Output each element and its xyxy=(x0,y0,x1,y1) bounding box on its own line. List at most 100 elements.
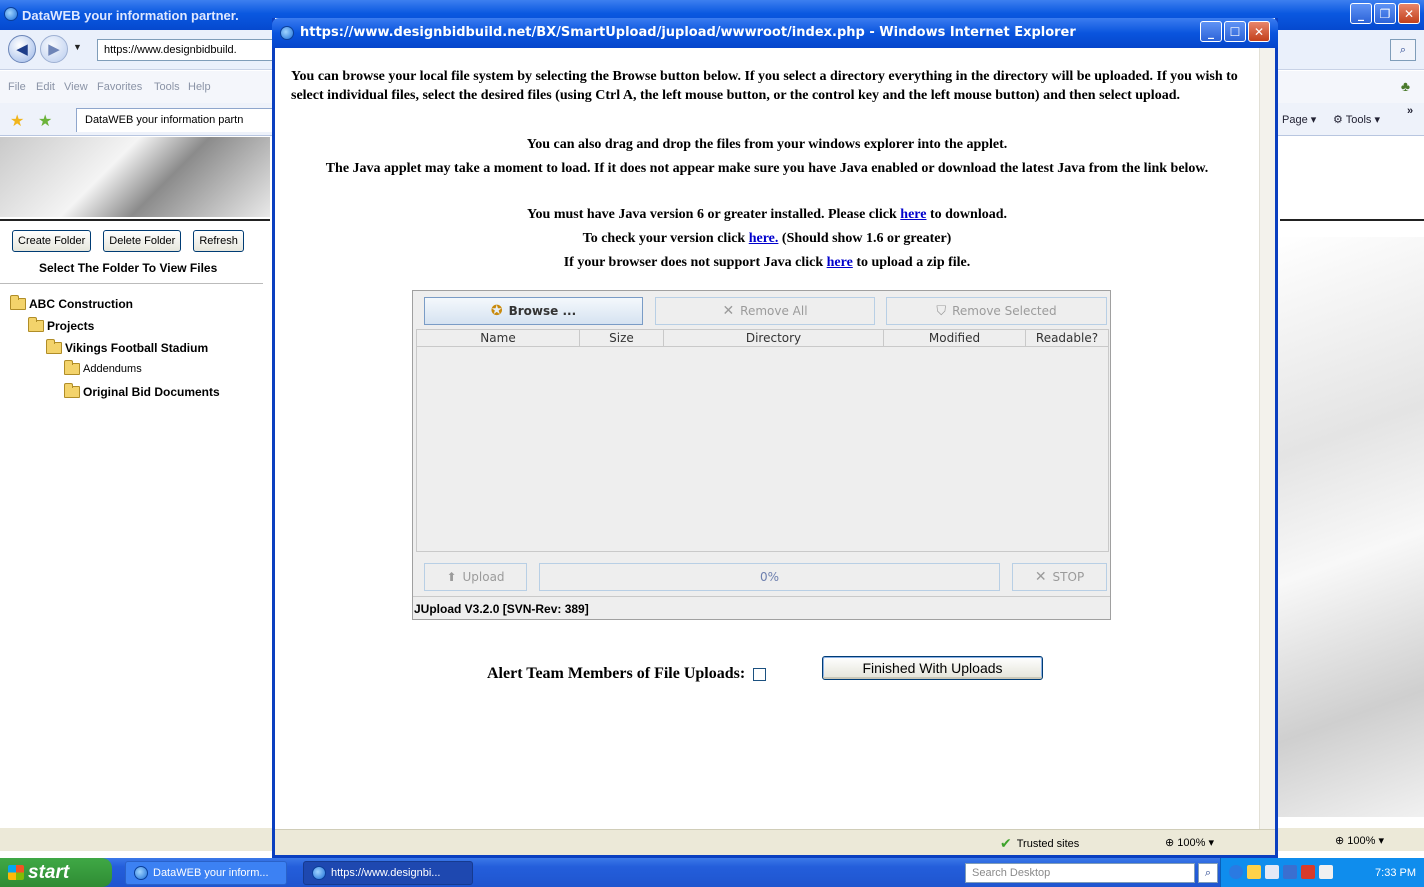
check-version-line: To check your version click here. (Shoul… xyxy=(582,231,952,246)
decorative-image xyxy=(1274,237,1424,817)
column-name[interactable]: Name xyxy=(417,330,580,346)
java-download-link[interactable]: here xyxy=(900,207,926,222)
remove-all-button[interactable]: ✕ Remove All xyxy=(655,297,875,325)
delete-folder-button[interactable]: Delete Folder xyxy=(103,230,182,252)
java-version-line: You must have Java version 6 or greater … xyxy=(526,207,1008,222)
menu-edit[interactable]: Edit xyxy=(36,81,55,93)
menu-favorites[interactable]: Favorites xyxy=(97,81,142,93)
minimize-icon[interactable]: _ xyxy=(1200,21,1222,42)
menu-tools[interactable]: Tools xyxy=(154,81,180,93)
stop-button[interactable]: ✕ STOP xyxy=(1012,563,1107,591)
column-modified[interactable]: Modified xyxy=(884,330,1026,346)
jupload-applet: ✪ Browse ... ✕ Remove All ⛉ Remove Selec… xyxy=(412,290,1111,620)
start-button[interactable]: start xyxy=(0,858,112,887)
popup-title: https://www.designbidbuild.net/BX/SmartU… xyxy=(300,25,1076,40)
column-directory[interactable]: Directory xyxy=(664,330,884,346)
folder-open-icon xyxy=(10,295,26,310)
upload-button[interactable]: ⬆ Upload xyxy=(424,563,527,591)
clock: 7:33 PM xyxy=(1375,867,1416,879)
forward-icon[interactable]: ▶ xyxy=(40,35,68,63)
desktop-search-input[interactable]: Search Desktop xyxy=(965,863,1195,883)
tree-item-abc-construction[interactable]: ABC Construction xyxy=(10,295,133,311)
folder-actions: Create Folder Delete Folder Refresh xyxy=(12,230,244,252)
java-notice-text: The Java applet may take a moment to loa… xyxy=(325,161,1209,176)
upload-progress-bar: 0% xyxy=(539,563,1000,591)
tray-app-icon[interactable] xyxy=(1283,865,1297,879)
taskbar-item-designbid[interactable]: https://www.designbi... xyxy=(303,861,473,885)
drag-drop-text: You can also drag and drop the files fro… xyxy=(526,137,1008,152)
alert-label: Alert Team Members of File Uploads: xyxy=(487,665,746,682)
sidebar-title: Select The Folder To View Files xyxy=(39,261,218,275)
finished-with-uploads-button[interactable]: Finished With Uploads xyxy=(822,656,1043,680)
main-window-controls: _ ❐ ✕ xyxy=(1350,3,1420,24)
popup-titlebar[interactable]: https://www.designbidbuild.net/BX/SmartU… xyxy=(272,18,1278,48)
file-list-drop-area[interactable] xyxy=(416,347,1109,552)
chevron-icon[interactable]: » xyxy=(1407,105,1413,117)
browser-tab[interactable]: DataWEB your information partn xyxy=(76,108,276,132)
addons-icon[interactable]: ♣ xyxy=(1401,78,1410,94)
menu-view[interactable]: View xyxy=(64,81,88,93)
divider xyxy=(1280,219,1424,221)
remove-selected-button[interactable]: ⛉ Remove Selected xyxy=(886,297,1107,325)
back-icon[interactable]: ◀ xyxy=(8,35,36,63)
upload-popup-window: https://www.designbidbuild.net/BX/SmartU… xyxy=(272,18,1278,858)
browse-button[interactable]: ✪ Browse ... xyxy=(424,297,643,325)
applet-version: JUpload V3.2.0 [SVN-Rev: 389] xyxy=(413,596,1110,619)
taskbar-item-dataweb[interactable]: DataWEB your inform... xyxy=(125,861,287,885)
check-version-link[interactable]: here. xyxy=(749,231,779,246)
tray-app-icon[interactable] xyxy=(1301,865,1315,879)
ie-icon xyxy=(134,866,148,880)
browse-icon: ✪ xyxy=(490,303,503,319)
column-size[interactable]: Size xyxy=(580,330,664,346)
popup-scrollbar[interactable] xyxy=(1259,48,1275,830)
file-table-header: Name Size Directory Modified Readable? xyxy=(416,329,1109,347)
zoom-level[interactable]: ⊕ 100% ▾ xyxy=(1335,834,1384,847)
security-zone: ✔ Trusted sites xyxy=(1000,836,1080,852)
maximize-icon[interactable]: ☐ xyxy=(1224,21,1246,42)
refresh-button[interactable]: Refresh xyxy=(193,230,244,252)
add-favorites-icon[interactable]: ★ xyxy=(38,111,52,131)
remove-icon: ✕ xyxy=(722,303,735,319)
create-folder-button[interactable]: Create Folder xyxy=(12,230,92,252)
close-icon[interactable]: ✕ xyxy=(1398,3,1420,24)
address-input[interactable]: https://www.designbidbuild. xyxy=(97,39,277,61)
windows-logo-icon xyxy=(8,865,24,880)
folder-open-icon xyxy=(28,317,44,332)
history-dropdown-icon[interactable]: ▼ xyxy=(73,42,82,52)
tree-item-vikings-football-stadium[interactable]: Vikings Football Stadium xyxy=(46,339,208,355)
search-icon[interactable]: ⌕ xyxy=(1198,863,1218,883)
stop-icon: ✕ xyxy=(1034,569,1047,585)
back-arrow-icon[interactable] xyxy=(1229,865,1243,879)
shield-icon: ⛉ xyxy=(936,303,947,319)
search-icon[interactable]: ⌕ xyxy=(1390,39,1416,61)
minimize-icon[interactable]: _ xyxy=(1350,3,1372,24)
folder-icon xyxy=(64,360,80,375)
header-banner-image xyxy=(0,137,270,217)
speaker-icon[interactable] xyxy=(1319,865,1333,879)
main-window-title: DataWEB your information partner. xyxy=(22,8,239,23)
favorites-star-icon[interactable]: ★ xyxy=(10,111,24,131)
tree-item-addendums[interactable]: Addendums xyxy=(64,360,142,375)
tools-menu[interactable]: ⚙ Tools ▾ xyxy=(1333,113,1380,126)
zip-upload-link[interactable]: here xyxy=(827,255,853,270)
page-menu[interactable]: Page ▾ xyxy=(1282,113,1316,126)
close-icon[interactable]: ✕ xyxy=(1248,21,1270,42)
menu-file[interactable]: File xyxy=(8,81,26,93)
column-readable[interactable]: Readable? xyxy=(1026,330,1108,346)
tray-app-icon[interactable] xyxy=(1247,865,1261,879)
menu-help[interactable]: Help xyxy=(188,81,211,93)
popup-window-controls: _ ☐ ✕ xyxy=(1200,21,1270,42)
alert-team-row: Alert Team Members of File Uploads: xyxy=(487,665,767,683)
tree-item-original-bid-documents[interactable]: Original Bid Documents xyxy=(64,383,220,399)
ie-icon xyxy=(312,866,326,880)
alert-team-checkbox[interactable] xyxy=(753,667,767,681)
restore-icon[interactable]: ❐ xyxy=(1374,3,1396,24)
upload-icon: ⬆ xyxy=(446,570,457,584)
tray-app-icon[interactable] xyxy=(1265,865,1279,879)
popup-zoom-level[interactable]: ⊕ 100% ▾ xyxy=(1165,836,1214,849)
tree-item-projects[interactable]: Projects xyxy=(28,317,94,333)
folder-open-icon xyxy=(64,383,80,398)
system-tray: 7:33 PM xyxy=(1220,858,1424,887)
popup-content: You can browse your local file system by… xyxy=(275,48,1259,829)
check-icon: ✔ xyxy=(1000,836,1012,852)
